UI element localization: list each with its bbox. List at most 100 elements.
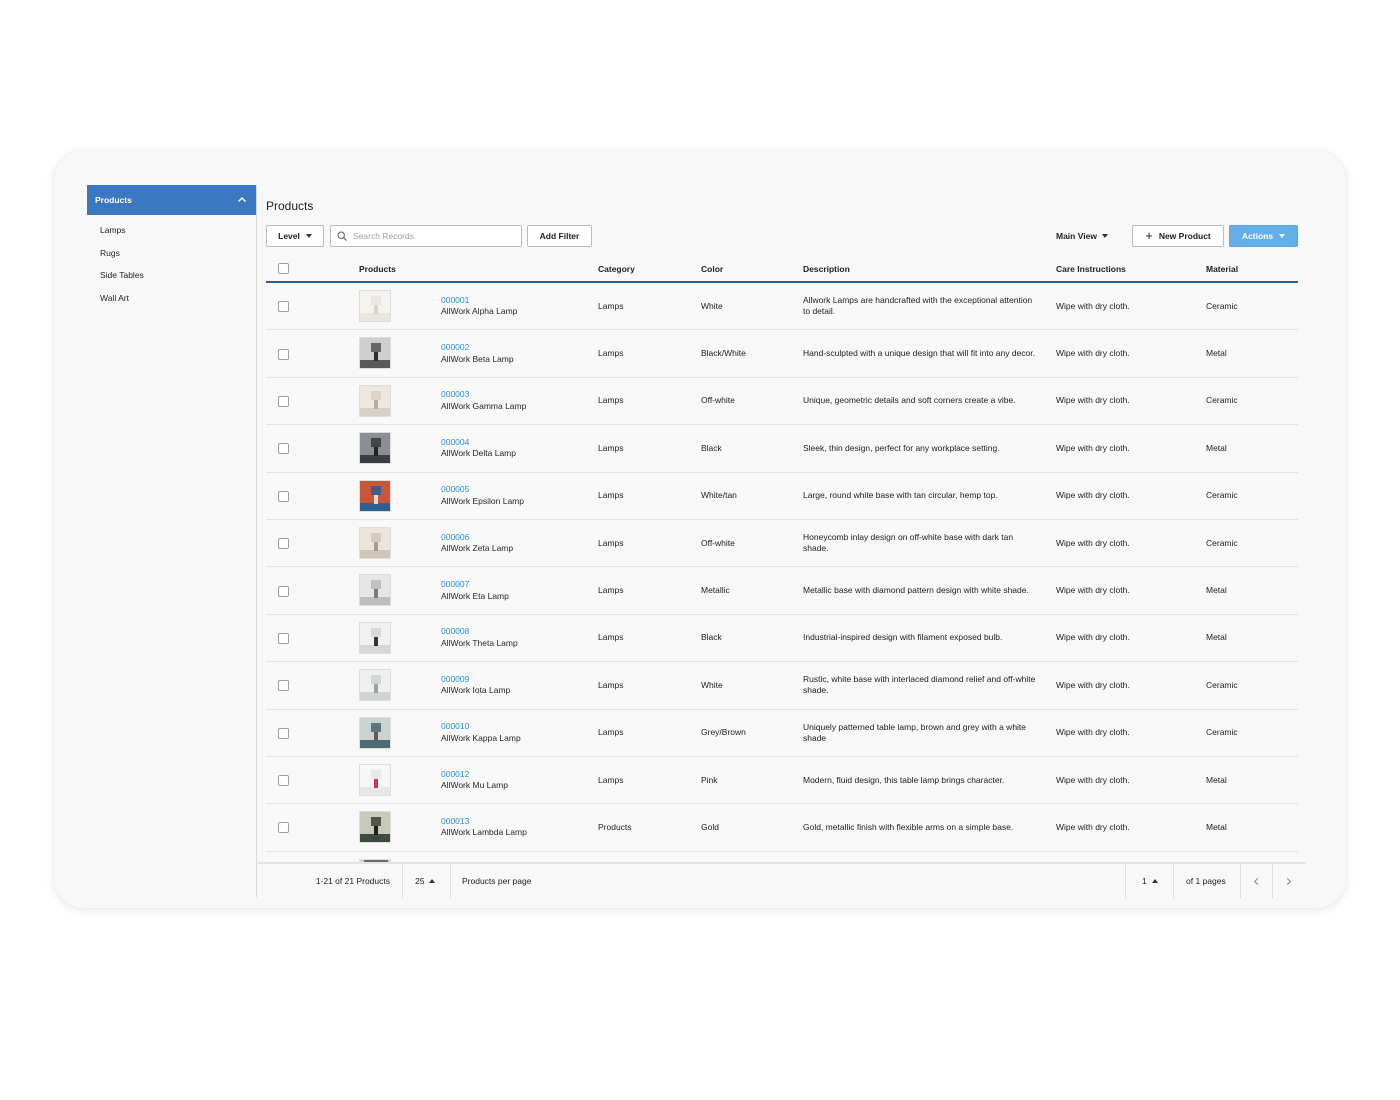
category-cell: Lamps [598,348,624,359]
table-row[interactable]: 000010 AllWork Kappa Lamp Lamps Grey/Bro… [266,710,1298,757]
table-row[interactable]: 000008 AllWork Theta Lamp Lamps Black In… [266,615,1298,663]
product-thumbnail [359,763,391,796]
color-cell: Off-white [701,537,735,548]
select-all-checkbox[interactable] [278,263,289,274]
row-checkbox[interactable] [278,632,289,644]
category-cell: Lamps [598,679,624,690]
color-cell: White [701,679,723,690]
row-checkbox[interactable] [278,680,289,692]
care-instructions-cell: Wipe with dry cloth. [1056,727,1130,738]
record-range: 1-21 of 21 Products [315,876,390,886]
material-cell: Ceramic [1206,395,1238,406]
material-cell: Ceramic [1206,537,1238,548]
table-row[interactable]: 000005 AllWork Epsilon Lamp Lamps White/… [266,473,1298,520]
product-id-link[interactable]: 000007 [441,579,509,591]
row-checkbox[interactable] [278,301,289,313]
sidebar-item-wall-art[interactable]: Wall Art [87,287,256,310]
prev-page-button[interactable] [1240,864,1272,898]
material-cell: Metal [1206,774,1227,785]
care-instructions-cell: Wipe with dry cloth. [1056,490,1130,501]
product-thumbnail [359,432,391,465]
header-description[interactable]: Description [803,255,850,283]
description-cell: Rustic, white base with interlaced diamo… [803,674,1036,696]
per-page-select[interactable]: 25 [402,864,450,898]
material-cell: Ceramic [1206,727,1238,738]
table-row[interactable]: 000012 AllWork Mu Lamp Lamps Pink Modern… [266,757,1298,805]
sidebar-header-label: Products [95,195,132,205]
add-filter-button[interactable]: Add Filter [527,225,592,247]
main-view-dropdown[interactable]: Main View [1056,225,1108,247]
sidebar-item-rugs[interactable]: Rugs [87,242,256,265]
search-box[interactable] [330,225,522,247]
products-table: Products Category Color Description Care… [266,255,1298,862]
product-id-link[interactable]: 000005 [441,484,524,496]
next-page-button[interactable] [1272,864,1304,898]
caret-up-icon [429,879,436,883]
description-cell: Honeycomb inlay design on off-white base… [803,532,1014,554]
product-thumbnail [359,384,391,417]
description-cell: Hand-sculpted with a unique design that … [803,348,1035,359]
row-checkbox[interactable] [278,348,289,360]
product-thumbnail [359,669,391,702]
header-material[interactable]: Material [1206,255,1238,283]
product-id-link[interactable]: 000006 [441,532,513,544]
product-thumbnail [359,716,391,749]
row-checkbox[interactable] [278,538,289,550]
header-products[interactable]: Products [359,255,396,283]
product-id-link[interactable]: 000002 [441,342,514,354]
product-name: AllWork Alpha Lamp [441,306,518,317]
table-row[interactable]: 000009 AllWork Iota Lamp Lamps White Rus… [266,662,1298,710]
description-cell: Large, round white base with tan circula… [803,490,998,501]
new-product-button[interactable]: + New Product [1132,225,1224,247]
table-row[interactable]: 000003 AllWork Gamma Lamp Lamps Off-whit… [266,378,1298,426]
page-select[interactable]: 1 [1125,864,1173,898]
table-row[interactable]: 000007 AllWork Eta Lamp Lamps Metallic M… [266,567,1298,615]
product-id-link[interactable]: 000012 [441,769,508,781]
care-instructions-cell: Wipe with dry cloth. [1056,300,1130,311]
row-checkbox[interactable] [278,822,289,834]
actions-label: Actions [1241,231,1274,241]
level-dropdown[interactable]: Level [266,225,324,247]
product-id-link[interactable]: 000010 [441,721,521,733]
description-cell: Modern, fluid design, this table lamp br… [803,774,1005,785]
header-category[interactable]: Category [598,255,635,283]
material-cell: Ceramic [1206,679,1238,690]
product-id-link[interactable]: 000013 [441,816,527,828]
product-id-link[interactable]: 000001 [441,295,517,307]
product-id-link[interactable]: 000008 [441,626,518,638]
product-id-link[interactable]: 000009 [441,674,510,686]
product-id-link[interactable]: 000004 [441,437,516,449]
sidebar-header-products[interactable]: Products [87,185,256,215]
table-row[interactable]: 000004 AllWork Delta Lamp Lamps Black Sl… [266,425,1298,473]
row-checkbox[interactable] [278,585,289,597]
sidebar-item-side-tables[interactable]: Side Tables [87,264,256,287]
header-care-instructions[interactable]: Care Instructions [1056,255,1126,283]
chevron-up-icon[interactable] [237,195,247,205]
table-row[interactable]: 000001 AllWork Alpha Lamp Lamps White Al… [266,283,1298,331]
row-checkbox[interactable] [278,490,289,502]
toolbar: Level Add Filter Main View + New Product… [266,225,1298,247]
care-instructions-cell: Wipe with dry cloth. [1056,348,1130,359]
row-checkbox[interactable] [278,775,289,787]
row-checkbox[interactable] [278,727,289,739]
care-instructions-cell: Wipe with dry cloth. [1056,442,1130,453]
table-row[interactable]: 000002 AllWork Beta Lamp Lamps Black/Whi… [266,330,1298,378]
per-page-value: 25 [415,876,425,886]
care-instructions-cell: Wipe with dry cloth. [1056,632,1130,643]
material-cell: Metal [1206,348,1227,359]
product-name: AllWork Mu Lamp [441,780,508,791]
material-cell: Metal [1206,632,1227,643]
row-checkbox[interactable] [278,443,289,455]
sidebar-item-lamps[interactable]: Lamps [87,219,256,242]
search-icon [337,231,347,241]
search-input[interactable] [353,231,513,241]
caret-up-icon [1151,879,1158,883]
row-checkbox[interactable] [278,395,289,407]
actions-button[interactable]: Actions [1229,225,1298,247]
table-row[interactable]: 000013 AllWork Lambda Lamp Products Gold… [266,804,1298,852]
header-color[interactable]: Color [701,255,723,283]
product-name: AllWork Epsilon Lamp [441,495,524,506]
product-id-link[interactable]: 000003 [441,389,526,401]
table-row[interactable]: 000006 AllWork Zeta Lamp Lamps Off-white… [266,520,1298,568]
care-instructions-cell: Wipe with dry cloth. [1056,821,1130,832]
